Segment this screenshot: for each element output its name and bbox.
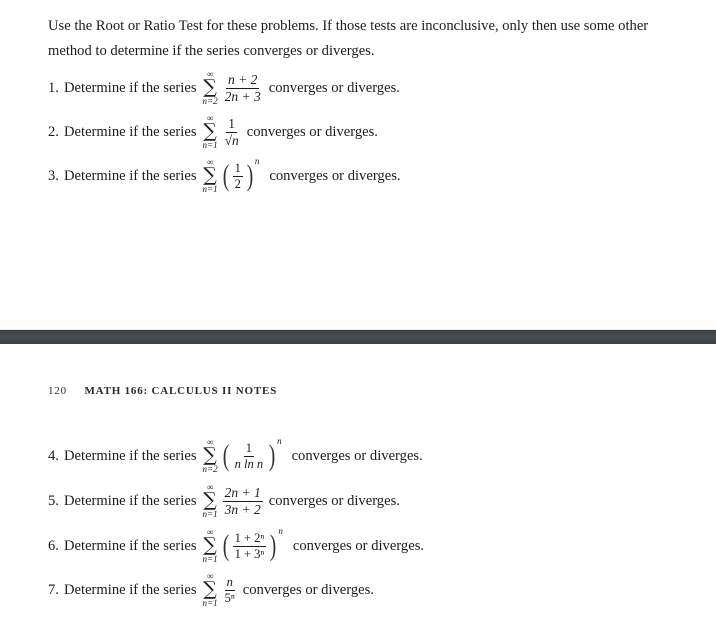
summation: ∞ ∑ n=1: [202, 572, 218, 609]
problem-1: 1. Determine if the series ∞ ∑ n=2 n + 2…: [48, 70, 400, 107]
problem-2: 2. Determine if the series ∞ ∑ n=1 1 √n …: [48, 114, 378, 151]
left-paren: (: [222, 439, 229, 472]
problem-4: 4. Determine if the series ∞ ∑ n=2 ( 1 n…: [48, 436, 423, 475]
left-paren: (: [222, 529, 229, 562]
numerator: 1: [232, 161, 243, 177]
problem-lead: Determine if the series: [64, 492, 197, 509]
numerator: n + 2: [225, 72, 260, 89]
problem-number: 5.: [48, 492, 59, 509]
problem-lead: Determine if the series: [64, 447, 197, 464]
problem-tail: converges or diverges.: [268, 79, 400, 96]
problem-number: 1.: [48, 79, 59, 96]
denominator: 2n + 3: [224, 88, 261, 104]
exponent: n: [277, 436, 282, 446]
sigma-icon: ∑: [203, 76, 217, 98]
sigma-icon: ∑: [203, 534, 217, 556]
problem-7: 7. Determine if the series ∞ ∑ n=1 n 5ⁿ …: [48, 572, 374, 609]
summation: ∞ ∑ n=1: [202, 114, 218, 151]
instructions-paragraph: Use the Root or Ratio Test for these pro…: [48, 18, 649, 59]
sigma-icon: ∑: [203, 120, 217, 142]
problem-tail: converges or diverges.: [292, 537, 425, 554]
fraction: 1 2: [232, 161, 243, 191]
problem-number: 2.: [48, 123, 59, 140]
right-paren: ): [246, 159, 254, 192]
sum-lower-limit: n=2: [202, 464, 218, 474]
left-paren: (: [222, 159, 229, 192]
denominator: n ln n: [234, 456, 264, 471]
sigma-icon: ∑: [203, 444, 217, 466]
problem-6: 6. Determine if the series ∞ ∑ n=1 ( 1 +…: [48, 526, 425, 565]
denominator: 5ⁿ: [224, 590, 235, 605]
fraction: n 5ⁿ: [223, 576, 237, 604]
problem-tail: converges or diverges.: [268, 492, 400, 509]
summation: ∞ ∑ n=2: [202, 70, 218, 107]
problem-tail: converges or diverges.: [246, 123, 378, 140]
sum-lower-limit: n=2: [202, 96, 218, 106]
problem-lead: Determine if the series: [64, 581, 197, 598]
exponent: n: [254, 156, 260, 166]
sum-lower-limit: n=1: [202, 509, 218, 519]
fraction: 1 + 2ⁿ 1 + 3ⁿ: [232, 531, 267, 561]
fraction: 1 √n: [223, 117, 241, 147]
denominator: 3n + 2: [224, 501, 261, 517]
denominator: 2: [234, 176, 241, 191]
fraction: 2n + 1 3n + 2: [222, 485, 263, 517]
numerator: 1: [243, 441, 254, 457]
numerator: 1 + 2ⁿ: [232, 531, 267, 547]
page-number: 120: [48, 385, 67, 397]
denominator: 1 + 3ⁿ: [234, 546, 265, 561]
exponent: n: [278, 526, 283, 536]
sigma-icon: ∑: [203, 164, 217, 186]
book-title: MATH 166: CALCULUS II NOTES: [84, 385, 277, 397]
page-divider: [0, 329, 716, 344]
problem-number: 4.: [48, 447, 59, 464]
sum-lower-limit: n=1: [202, 140, 218, 150]
fraction: 1 n ln n: [233, 442, 265, 470]
sigma-icon: ∑: [203, 489, 217, 511]
problem-lead: Determine if the series: [64, 537, 197, 554]
problem-tail: converges or diverges.: [269, 167, 401, 184]
sum-lower-limit: n=1: [202, 598, 218, 608]
numerator: 2n + 1: [222, 485, 263, 502]
problem-tail: converges or diverges.: [242, 581, 374, 598]
fraction: n + 2 2n + 3: [223, 73, 263, 103]
sum-lower-limit: n=1: [202, 554, 218, 564]
problem-number: 6.: [48, 537, 59, 554]
problem-5: 5. Determine if the series ∞ ∑ n=1 2n + …: [48, 483, 400, 520]
running-head: 120 MATH 166: CALCULUS II NOTES: [48, 385, 277, 397]
sigma-icon: ∑: [203, 578, 217, 600]
summation: ∞ ∑ n=1: [202, 528, 218, 565]
problem-lead: Determine if the series: [64, 79, 197, 96]
summation: ∞ ∑ n=1: [202, 483, 218, 520]
numerator: n: [224, 575, 235, 591]
numerator: 1: [226, 116, 238, 133]
summation: ∞ ∑ n=1: [202, 158, 218, 195]
problem-lead: Determine if the series: [64, 167, 197, 184]
sum-lower-limit: n=1: [202, 184, 218, 194]
problem-3: 3. Determine if the series ∞ ∑ n=1 ( 1 2…: [48, 156, 401, 195]
right-paren: ): [270, 529, 277, 562]
problem-lead: Determine if the series: [64, 123, 197, 140]
problem-number: 3.: [48, 167, 59, 184]
problem-tail: converges or diverges.: [291, 447, 423, 464]
summation: ∞ ∑ n=2: [202, 438, 218, 475]
right-paren: ): [268, 439, 276, 472]
problem-number: 7.: [48, 581, 59, 598]
denominator: √n: [224, 132, 239, 148]
